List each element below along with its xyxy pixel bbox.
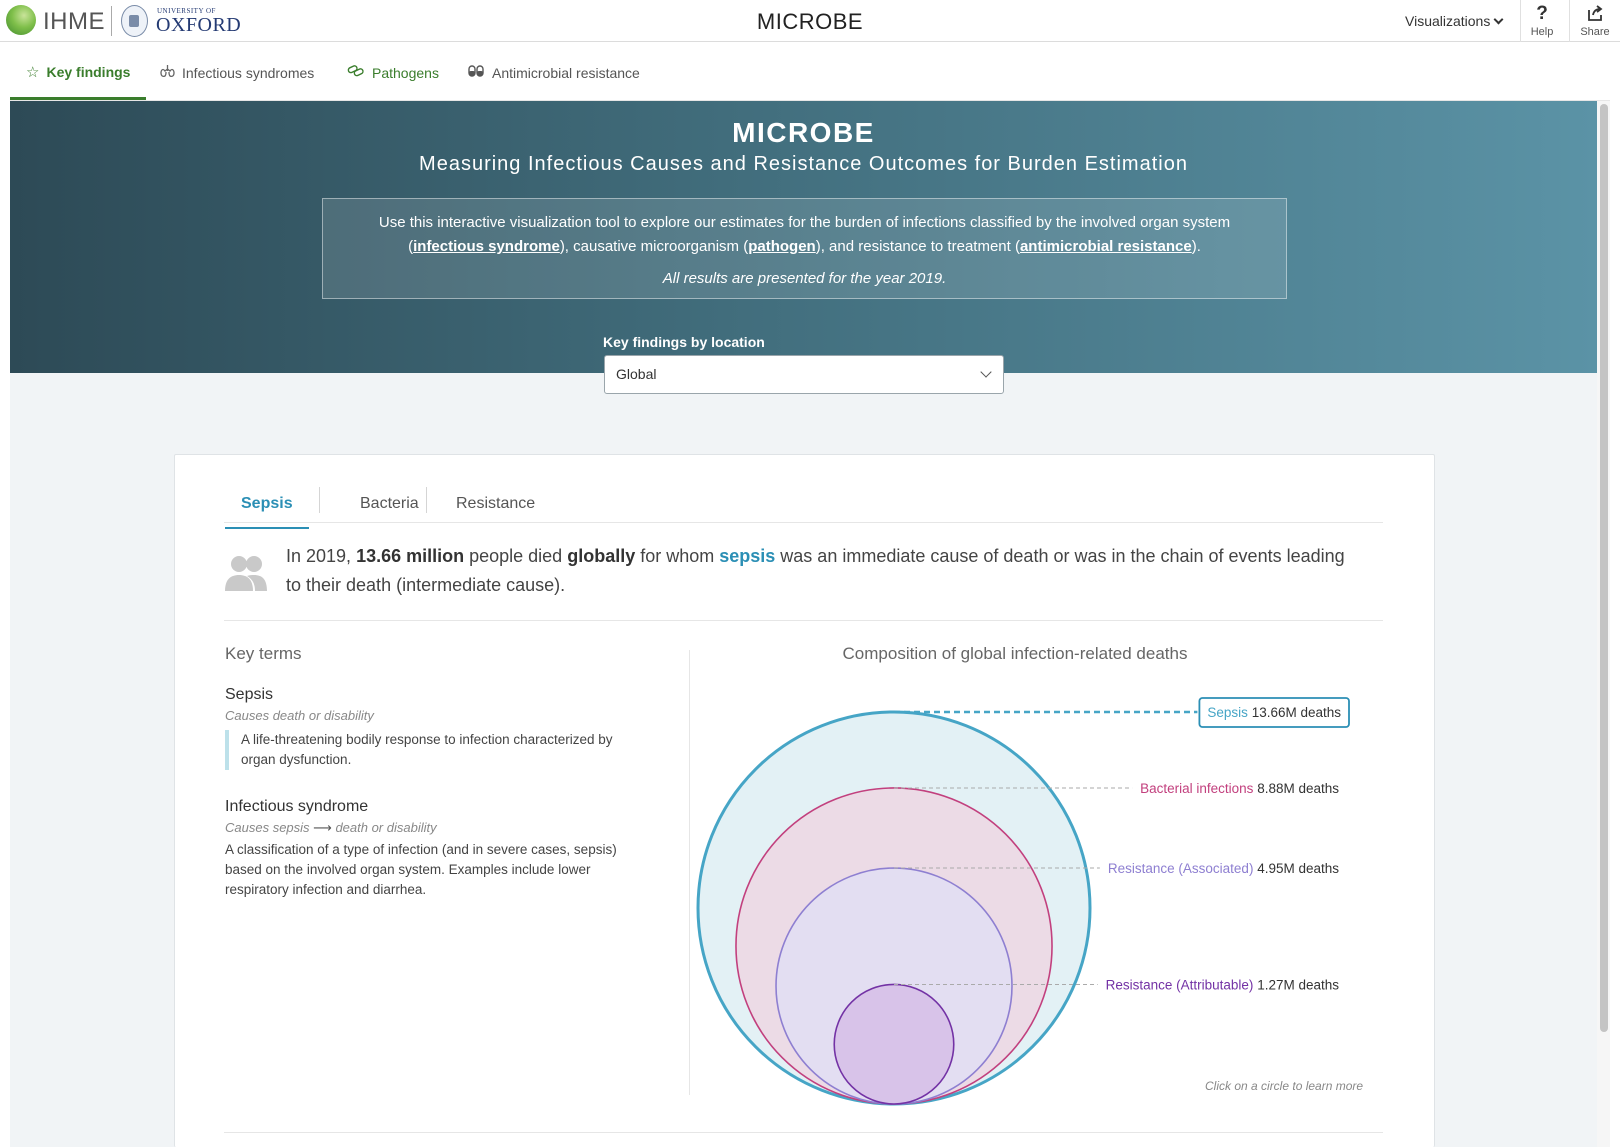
- chevron-down-icon: [1493, 14, 1504, 24]
- share-label: Share: [1580, 26, 1610, 38]
- people-icon: [225, 556, 267, 591]
- tab-separator: [426, 487, 427, 513]
- tab-pathogens[interactable]: Pathogens: [347, 46, 439, 100]
- location-select[interactable]: Global: [604, 355, 1004, 394]
- tab-sepsis[interactable]: Sepsis: [225, 489, 309, 529]
- scrollbar-thumb[interactable]: [1600, 104, 1608, 1032]
- visualizations-menu[interactable]: Visualizations: [1405, 13, 1504, 29]
- label-name-sepsis: Sepsis: [1207, 705, 1251, 720]
- label-value-resistance-attributable: 1.27M deaths: [1257, 977, 1339, 992]
- tab-separator: [319, 487, 320, 513]
- chevron-down-icon: [980, 366, 992, 378]
- summary-text: In 2019, 13.66 million people died globa…: [286, 546, 1345, 595]
- term-meta-sepsis: Causes death or disability: [225, 708, 374, 723]
- visualizations-label: Visualizations: [1405, 13, 1491, 29]
- arrow-right-icon: ⟶: [313, 820, 332, 835]
- hero-title: MICROBE: [732, 117, 875, 148]
- location-scope: globally: [567, 546, 636, 566]
- label-name-bacterial-infections: Bacterial infections: [1140, 781, 1257, 796]
- key-terms-title: Key terms: [225, 644, 302, 663]
- tab-antimicrobial-resistance[interactable]: Antimicrobial resistance: [468, 46, 640, 100]
- label-bacterial-infections[interactable]: Bacterial infections 8.88M deaths: [1140, 781, 1339, 796]
- star-outline-icon: ☆: [26, 63, 40, 81]
- tabs-underline: [224, 522, 1383, 523]
- chart-title: Composition of global infection-related …: [842, 644, 1188, 663]
- key-findings-card: Sepsis Bacteria Resistance In 2019, 13.6…: [174, 454, 1435, 1147]
- tab-bacteria[interactable]: Bacteria: [344, 489, 435, 529]
- circle-resistance-attributable[interactable]: [833, 983, 955, 1105]
- antimicrobial-resistance-link[interactable]: antimicrobial resistance: [1020, 238, 1192, 255]
- ihme-logo-text[interactable]: IHME: [43, 8, 105, 36]
- column-divider: [689, 650, 690, 1095]
- ihme-logo-icon[interactable]: [6, 5, 36, 35]
- tab-resistance[interactable]: Resistance: [440, 489, 551, 529]
- label-value-bacterial-infections: 8.88M deaths: [1257, 781, 1339, 796]
- app-title: MICROBE: [756, 9, 864, 34]
- share-icon: [1570, 4, 1620, 26]
- deaths-count: 13.66 million: [356, 546, 465, 566]
- label-value-resistance-associated: 4.95M deaths: [1257, 861, 1339, 876]
- help-label: Help: [1530, 26, 1554, 38]
- question-mark-icon: ?: [1536, 3, 1548, 24]
- year-note: All results are presented for the year 2…: [662, 270, 947, 287]
- tab-key-findings[interactable]: ☆ Key findings: [10, 46, 147, 100]
- tab-label: Pathogens: [372, 65, 439, 81]
- nested-circles-chart: Sepsis 13.66M deaths Bacterial infections…: [696, 697, 1350, 1106]
- pills-icon: [468, 64, 485, 82]
- hero-banner: MICROBE Measuring Infectious Causes and …: [10, 101, 1597, 373]
- lungs-icon: [160, 64, 175, 83]
- bacteria-icon: [347, 64, 365, 82]
- chart-hint: Click on a circle to learn more: [1205, 1079, 1364, 1093]
- top-bar: IHME UNIVERSITY OF OXFORD MICROBE Visual…: [0, 0, 1620, 42]
- tab-label: Infectious syndromes: [182, 65, 315, 81]
- label-resistance-associated[interactable]: Resistance (Associated) 4.95M deaths: [1108, 861, 1339, 876]
- label-name-resistance-attributable: Resistance (Attributable): [1106, 977, 1258, 992]
- label-resistance-attributable[interactable]: Resistance (Attributable) 1.27M deaths: [1106, 977, 1340, 992]
- term-name-sepsis: Sepsis: [225, 686, 274, 703]
- infectious-syndrome-link[interactable]: infectious syndrome: [413, 238, 560, 255]
- oxford-logo-name[interactable]: OXFORD: [156, 14, 241, 37]
- share-button[interactable]: Share: [1570, 4, 1620, 38]
- pathogen-link[interactable]: pathogen: [748, 238, 816, 255]
- hero-subtitle: Measuring Infectious Causes and Resistan…: [419, 153, 1188, 175]
- term-definition-infectious-syndrome: A classification of a type of infection …: [225, 842, 617, 897]
- label-name-resistance-associated: Resistance (Associated): [1108, 861, 1257, 876]
- intro-text: Use this interactive visualization tool …: [378, 214, 1231, 255]
- sepsis-term: sepsis: [719, 546, 776, 566]
- divider: [224, 620, 1383, 621]
- term-meta-infectious-syndrome: Causes sepsis ⟶ death or disability: [225, 820, 437, 835]
- main-nav: ☆ Key findings Infectious syndromes Path…: [10, 46, 1610, 101]
- help-button[interactable]: ? Help: [1517, 3, 1567, 39]
- tab-label: Antimicrobial resistance: [492, 65, 640, 81]
- intro-box: Use this interactive visualization tool …: [322, 198, 1287, 299]
- tab-label: Key findings: [46, 63, 131, 80]
- location-select-value: Global: [616, 366, 657, 382]
- divider: [224, 1132, 1383, 1133]
- logo-divider: [111, 6, 112, 36]
- location-select-label: Key findings by location: [603, 334, 765, 350]
- term-definition-sepsis: A life-threatening bodily response to in…: [225, 730, 645, 770]
- term-name-infectious-syndrome: Infectious syndrome: [225, 798, 369, 815]
- tab-infectious-syndromes[interactable]: Infectious syndromes: [160, 46, 314, 100]
- label-value-sepsis: 13.66M deaths: [1252, 705, 1342, 720]
- oxford-crest-icon[interactable]: [121, 5, 148, 37]
- label-sepsis[interactable]: Sepsis 13.66M deaths: [1207, 705, 1341, 720]
